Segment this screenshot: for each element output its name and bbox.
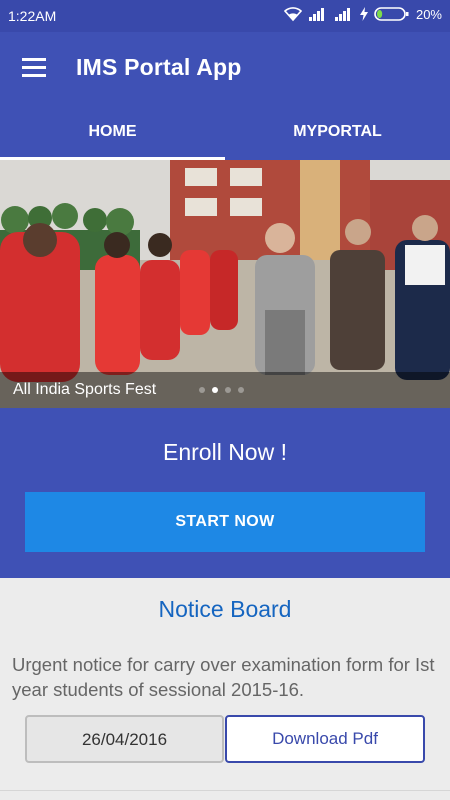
carousel-dot-active[interactable] bbox=[212, 387, 218, 393]
notice-board-title: Notice Board bbox=[158, 596, 292, 622]
app-bar: IMS Portal App bbox=[0, 32, 450, 104]
battery-icon bbox=[374, 7, 409, 21]
hamburger-menu-icon bbox=[22, 58, 46, 77]
banner-caption: All India Sports Fest bbox=[13, 381, 157, 398]
tab-bar: HOME MYPORTAL bbox=[0, 104, 450, 160]
signal-icon bbox=[308, 8, 324, 21]
tab-home[interactable]: HOME bbox=[0, 104, 225, 160]
enroll-section: Enroll Now ! START NOW bbox=[0, 408, 450, 578]
tab-myportal[interactable]: MYPORTAL bbox=[225, 104, 450, 160]
menu-button[interactable] bbox=[18, 52, 52, 84]
carousel-indicators bbox=[199, 387, 244, 393]
notice-text: Urgent notice for carry over examination… bbox=[12, 654, 435, 700]
image-carousel[interactable]: All India Sports Fest bbox=[0, 160, 450, 408]
divider bbox=[0, 790, 450, 791]
enroll-title: Enroll Now ! bbox=[163, 439, 287, 465]
carousel-dot[interactable] bbox=[199, 387, 205, 393]
status-bar: 1:22AM 20% bbox=[0, 0, 450, 32]
battery-percent: 20% bbox=[415, 6, 442, 22]
charging-icon bbox=[359, 7, 368, 21]
banner-caption-bar: All India Sports Fest bbox=[0, 372, 450, 408]
download-pdf-button[interactable]: Download Pdf bbox=[225, 715, 425, 763]
status-icons: 20% bbox=[283, 6, 442, 22]
wifi-icon bbox=[283, 7, 302, 22]
carousel-dot[interactable] bbox=[225, 387, 231, 393]
notice-date: 26/04/2016 bbox=[25, 715, 224, 763]
status-time: 1:22AM bbox=[8, 8, 57, 24]
carousel-dot[interactable] bbox=[238, 387, 244, 393]
banner-photo bbox=[0, 160, 450, 408]
start-now-button[interactable]: START NOW bbox=[25, 492, 425, 552]
notice-board: Notice Board Urgent notice for carry ove… bbox=[0, 578, 450, 800]
signal-icon bbox=[334, 8, 350, 21]
app-title: IMS Portal App bbox=[76, 54, 242, 80]
